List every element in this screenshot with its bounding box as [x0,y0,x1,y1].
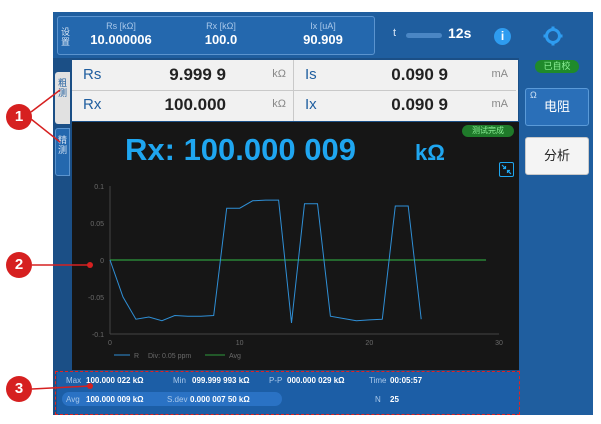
leader-2-dot [87,262,93,268]
callout-leaders [30,89,93,390]
leader-1b [30,118,61,143]
leader-1a [30,89,61,113]
leader-3 [31,385,91,390]
leader-3-dot [87,383,93,389]
